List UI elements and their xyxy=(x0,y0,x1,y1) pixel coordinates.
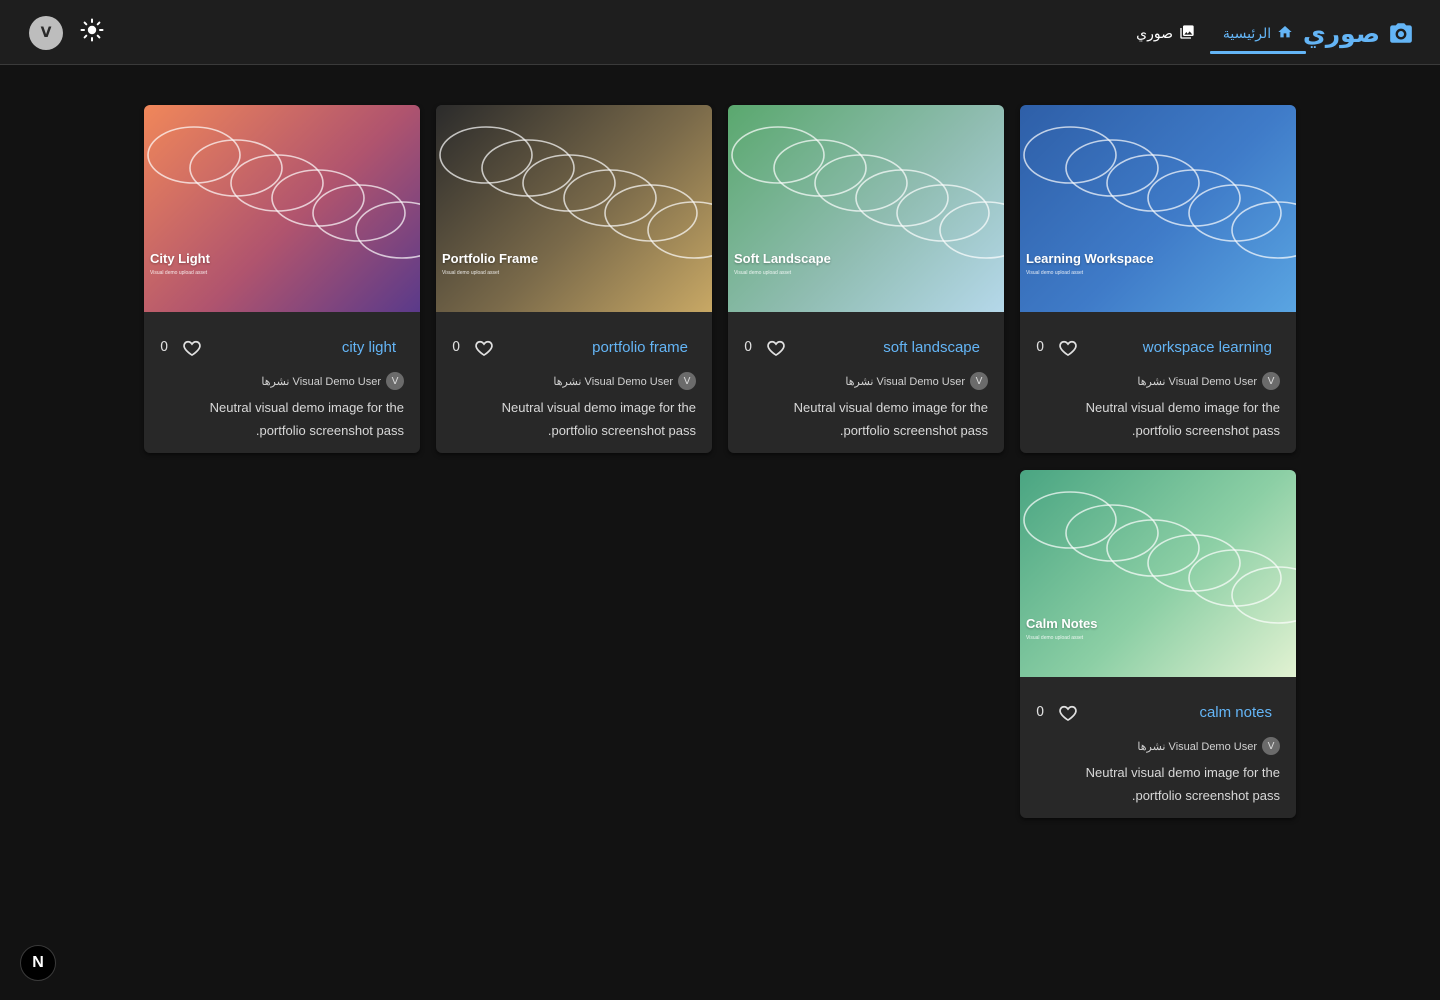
like-count: 0 xyxy=(744,340,753,355)
author-name: نشرها Visual Demo User xyxy=(553,375,673,388)
photo-title-link[interactable]: city light xyxy=(342,339,396,356)
heart-outline-icon xyxy=(1058,340,1078,362)
brand-title: صوري xyxy=(1302,18,1380,48)
author-row: V نشرها Visual Demo User xyxy=(1137,372,1280,390)
photo-description: Neutral visual demo image for the portfo… xyxy=(209,400,404,438)
camera-icon xyxy=(1388,20,1414,46)
author-avatar: V xyxy=(678,372,696,390)
photo-thumbnail[interactable]: City Light Visual demo upload asset xyxy=(144,105,420,312)
like-button[interactable] xyxy=(1058,703,1078,723)
photo-title-link[interactable]: portfolio frame xyxy=(592,339,688,356)
thumbnail-title: City Light xyxy=(150,251,210,266)
like-count: 0 xyxy=(452,340,461,355)
next-dev-badge[interactable]: N xyxy=(20,945,56,981)
thumbnail-title: Portfolio Frame xyxy=(442,251,539,266)
tab-home[interactable]: الرئيسية xyxy=(1210,16,1306,52)
photo-thumbnail[interactable]: Calm Notes Visual demo upload asset xyxy=(1020,470,1296,677)
theme-toggle-button[interactable] xyxy=(78,18,106,46)
author-row: V نشرها Visual Demo User xyxy=(1137,737,1280,755)
photo-card: Learning Workspace Visual demo upload ass… xyxy=(1020,105,1296,453)
photo-description: Neutral visual demo image for the portfo… xyxy=(793,400,988,438)
photo-description: Neutral visual demo image for the portfo… xyxy=(1085,765,1280,803)
photo-card: Portfolio Frame Visual demo upload asset p… xyxy=(436,105,712,453)
like-count: 0 xyxy=(1036,340,1045,355)
photo-thumbnail[interactable]: Soft Landscape Visual demo upload asset xyxy=(728,105,1004,312)
author-avatar: V xyxy=(1262,372,1280,390)
app-header: صوري الرئيسية صوري V xyxy=(0,0,1440,65)
author-row: V نشرها Visual Demo User xyxy=(261,372,404,390)
photo-title-link[interactable]: workspace learning xyxy=(1143,339,1272,356)
like-count: 0 xyxy=(160,340,169,355)
like-button[interactable] xyxy=(1058,338,1078,358)
thumbnail-title: Learning Workspace xyxy=(1026,251,1154,266)
photo-thumbnail[interactable]: Portfolio Frame Visual demo upload asset xyxy=(436,105,712,312)
photo-library-icon xyxy=(1179,24,1195,44)
thumbnail-subtitle: Visual demo upload asset xyxy=(442,270,500,276)
author-row: V نشرها Visual Demo User xyxy=(845,372,988,390)
author-avatar: V xyxy=(1262,737,1280,755)
thumbnail-subtitle: Visual demo upload asset xyxy=(150,270,208,276)
photo-description: Neutral visual demo image for the portfo… xyxy=(501,400,696,438)
like-count: 0 xyxy=(1036,705,1045,720)
author-avatar: V xyxy=(970,372,988,390)
heart-outline-icon xyxy=(1058,705,1078,727)
tab-my-photos-label: صوري xyxy=(1136,26,1173,42)
like-button[interactable] xyxy=(474,338,494,358)
home-icon xyxy=(1277,24,1293,44)
photo-description: Neutral visual demo image for the portfo… xyxy=(1085,400,1280,438)
photo-title-link[interactable]: soft landscape xyxy=(883,339,980,356)
sun-icon xyxy=(80,18,104,46)
brand[interactable]: صوري xyxy=(1303,16,1414,50)
user-avatar[interactable]: V xyxy=(29,16,63,50)
photo-card: Soft Landscape Visual demo upload asset so… xyxy=(728,105,1004,453)
like-button[interactable] xyxy=(182,338,202,358)
photo-title-link[interactable]: calm notes xyxy=(1199,704,1272,721)
author-name: نشرها Visual Demo User xyxy=(1137,740,1257,753)
tab-my-photos[interactable]: صوري xyxy=(1136,16,1195,52)
tab-home-label: الرئيسية xyxy=(1222,26,1272,42)
heart-outline-icon xyxy=(182,340,202,362)
photo-thumbnail[interactable]: Learning Workspace Visual demo upload ass… xyxy=(1020,105,1296,312)
author-name: نشرها Visual Demo User xyxy=(1137,375,1257,388)
author-name: نشرها Visual Demo User xyxy=(845,375,965,388)
thumbnail-subtitle: Visual demo upload asset xyxy=(1026,635,1084,641)
thumbnail-subtitle: Visual demo upload asset xyxy=(734,270,792,276)
author-avatar: V xyxy=(386,372,404,390)
photo-card: City Light Visual demo upload asset city l… xyxy=(144,105,420,453)
heart-outline-icon xyxy=(766,340,786,362)
author-name: نشرها Visual Demo User xyxy=(261,375,381,388)
thumbnail-title: Calm Notes xyxy=(1026,616,1098,631)
heart-outline-icon xyxy=(474,340,494,362)
thumbnail-title: Soft Landscape xyxy=(734,251,831,266)
photo-card: Calm Notes Visual demo upload asset calm n… xyxy=(1020,470,1296,818)
active-tab-indicator xyxy=(1210,51,1306,54)
author-row: V نشرها Visual Demo User xyxy=(553,372,696,390)
like-button[interactable] xyxy=(766,338,786,358)
thumbnail-subtitle: Visual demo upload asset xyxy=(1026,270,1084,276)
